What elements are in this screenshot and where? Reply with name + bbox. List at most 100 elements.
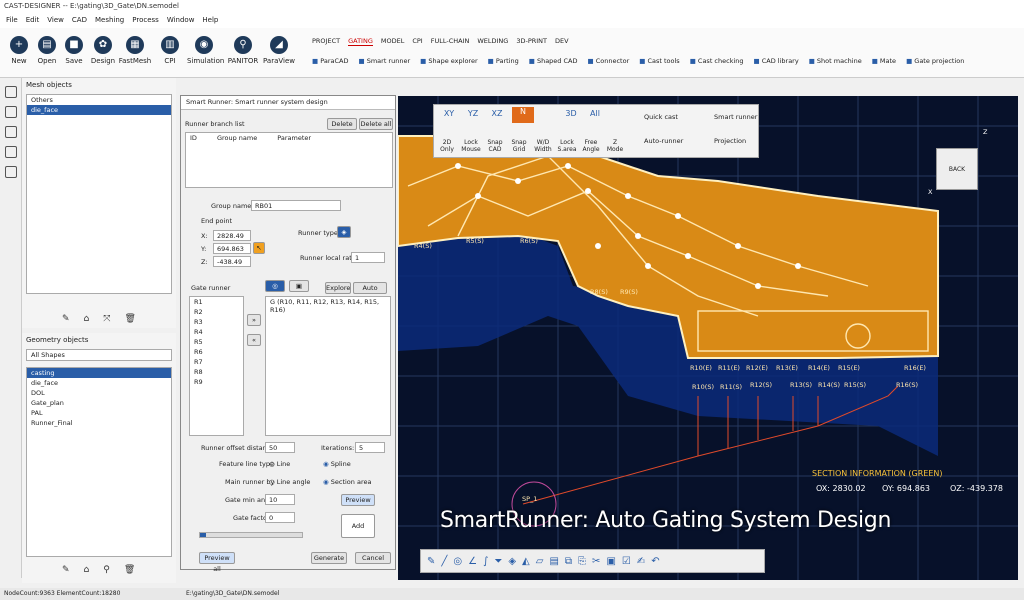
view-xy-button[interactable]: XY [438, 109, 460, 118]
toggle-snap-cad[interactable]: Snap CAD [484, 139, 506, 153]
menu-file[interactable]: File [6, 16, 18, 26]
move-right-button[interactable]: » [247, 314, 261, 326]
gate-label[interactable]: R4(S) [414, 242, 432, 250]
curve-icon[interactable]: ∫ [483, 556, 488, 567]
list-item[interactable]: Gate_plan [27, 398, 171, 408]
shape-filter-select[interactable]: All Shapes [26, 349, 172, 361]
design-button[interactable]: ✿ Design [86, 36, 120, 65]
preview-button[interactable]: Preview [341, 494, 375, 506]
end-z-input[interactable]: -438.49 [213, 256, 251, 267]
toggle-lock-mouse[interactable]: Lock Mouse [460, 139, 482, 153]
shape-icon[interactable]: ◭ [522, 556, 530, 567]
list-item[interactable]: R4 [190, 327, 243, 337]
merge-icon[interactable]: ⧉ [565, 556, 572, 567]
save-icon[interactable]: ▣ [606, 556, 615, 567]
toggle-2d-only[interactable]: 2D Only [436, 139, 458, 153]
gate-label[interactable]: R11(E) [718, 364, 740, 372]
gate-label[interactable]: R11(S) [720, 383, 742, 391]
copy-icon[interactable]: ⎘ [578, 556, 586, 567]
list-item[interactable]: R6 [190, 347, 243, 357]
explore-button[interactable]: Explore [325, 282, 351, 294]
import-icon[interactable]: ⌂ [84, 314, 90, 324]
cpi-button[interactable]: ▥ CPI [153, 36, 187, 65]
runner-type-icon[interactable]: ◈ [337, 226, 351, 238]
tool-smart-runner[interactable]: Smart runner [358, 57, 410, 65]
triangle-tool-icon[interactable] [4, 106, 17, 118]
list-item[interactable]: R9 [190, 377, 243, 387]
toggle-snap-grid[interactable]: Snap Grid [508, 139, 530, 153]
sprue-label[interactable]: SP_1 [522, 495, 537, 503]
toggle-wd-width[interactable]: W/D Width [532, 139, 554, 153]
tab-gating[interactable]: GATING [348, 37, 373, 46]
tool-cast-checking[interactable]: Cast checking [690, 57, 744, 65]
gate-label[interactable]: R10(E) [690, 364, 712, 372]
tool-parting[interactable]: Parting [488, 57, 519, 65]
add-button[interactable]: Add [341, 514, 375, 538]
gate-label[interactable]: R8(S) [590, 288, 608, 296]
line-angle-radio[interactable]: Line angle [269, 478, 311, 486]
menu-process[interactable]: Process [132, 16, 159, 26]
gate-label[interactable]: R13(E) [776, 364, 798, 372]
pick-point-icon[interactable]: ↖ [253, 242, 265, 254]
gate-label[interactable]: R5(S) [466, 237, 484, 245]
toggle-free-angle[interactable]: Free Angle [580, 139, 602, 153]
menu-help[interactable]: Help [202, 16, 218, 26]
group-name-input[interactable]: RB01 [251, 200, 341, 211]
tool-gate-projection[interactable]: Gate projection [906, 57, 964, 65]
grid-tool-icon[interactable] [4, 146, 17, 158]
edit-icon[interactable]: ✎ [62, 565, 70, 575]
menu-edit[interactable]: Edit [26, 16, 40, 26]
filter-icon[interactable]: ⏷ [494, 556, 502, 567]
gate-factor-input[interactable]: 0 [265, 512, 295, 523]
edit-icon[interactable]: ✍ [637, 556, 645, 567]
tab-welding[interactable]: WELDING [477, 37, 508, 46]
tool-cast-tools[interactable]: Cast tools [639, 57, 679, 65]
list-item[interactable]: R7 [190, 357, 243, 367]
simulation-button[interactable]: ◉ Simulation [187, 36, 224, 65]
cancel-button[interactable]: Cancel [355, 552, 391, 564]
end-x-input[interactable]: 2828.49 [213, 230, 251, 241]
auto-runner-button[interactable]: Auto-runner [644, 137, 683, 145]
line-radio[interactable]: Line [269, 460, 291, 468]
gate-label[interactable]: R15(S) [844, 381, 866, 389]
tab-dev[interactable]: DEV [555, 37, 569, 46]
undo-icon[interactable]: ↶ [651, 556, 659, 567]
section-area-radio[interactable]: Section area [323, 478, 372, 486]
tab-project[interactable]: PROJECT [312, 37, 340, 46]
tool-connector[interactable]: Connector [588, 57, 630, 65]
menu-view[interactable]: View [47, 16, 64, 26]
gate-label[interactable]: R12(E) [746, 364, 768, 372]
cut-icon[interactable]: ✂ [592, 556, 600, 567]
locate-icon[interactable]: ⚲ [103, 565, 110, 575]
view-3d-button[interactable]: 3D [560, 109, 582, 118]
select-mode-icon[interactable]: ◎ [265, 280, 285, 292]
delete-icon[interactable]: 🗑 [124, 314, 135, 324]
view-xz-button[interactable]: XZ [486, 109, 508, 118]
list-item[interactable]: R1 [190, 297, 243, 307]
projection-button[interactable]: Projection [714, 137, 746, 145]
runner-ratio-input[interactable]: 1 [351, 252, 385, 263]
mesh-tool-icon[interactable] [4, 86, 17, 98]
list-item[interactable]: R2 [190, 307, 243, 317]
iterations-input[interactable]: 5 [355, 442, 385, 453]
quick-cast-button[interactable]: Quick cast [644, 113, 678, 121]
toggle-z-mode[interactable]: Z Mode [604, 139, 626, 153]
gate-label[interactable]: R12(S) [750, 381, 772, 389]
gate-label[interactable]: R16(S) [896, 381, 918, 389]
toggle-lock-sarea[interactable]: Lock S.area [556, 139, 578, 153]
point-icon[interactable]: ◎ [453, 556, 462, 567]
preview-all-button[interactable]: Preview all [199, 552, 235, 573]
gate-label[interactable]: R9(S) [620, 288, 638, 296]
layer-icon[interactable]: ▱ [536, 556, 544, 567]
list-item[interactable]: R8 [190, 367, 243, 377]
box-tool-icon[interactable] [4, 126, 17, 138]
paraview-button[interactable]: ◢ ParaView [262, 36, 296, 65]
check-icon[interactable]: ☑ [622, 556, 631, 567]
auto-group-button[interactable]: Auto group [353, 282, 387, 303]
list-item[interactable]: Others [27, 95, 171, 105]
list-item[interactable]: PAL [27, 408, 171, 418]
end-y-input[interactable]: 694.863 [213, 243, 251, 254]
tool-mate[interactable]: Mate [872, 57, 896, 65]
fastmesh-button[interactable]: ▦ FastMesh [118, 36, 152, 65]
list-item[interactable]: Runner_Final [27, 418, 171, 428]
